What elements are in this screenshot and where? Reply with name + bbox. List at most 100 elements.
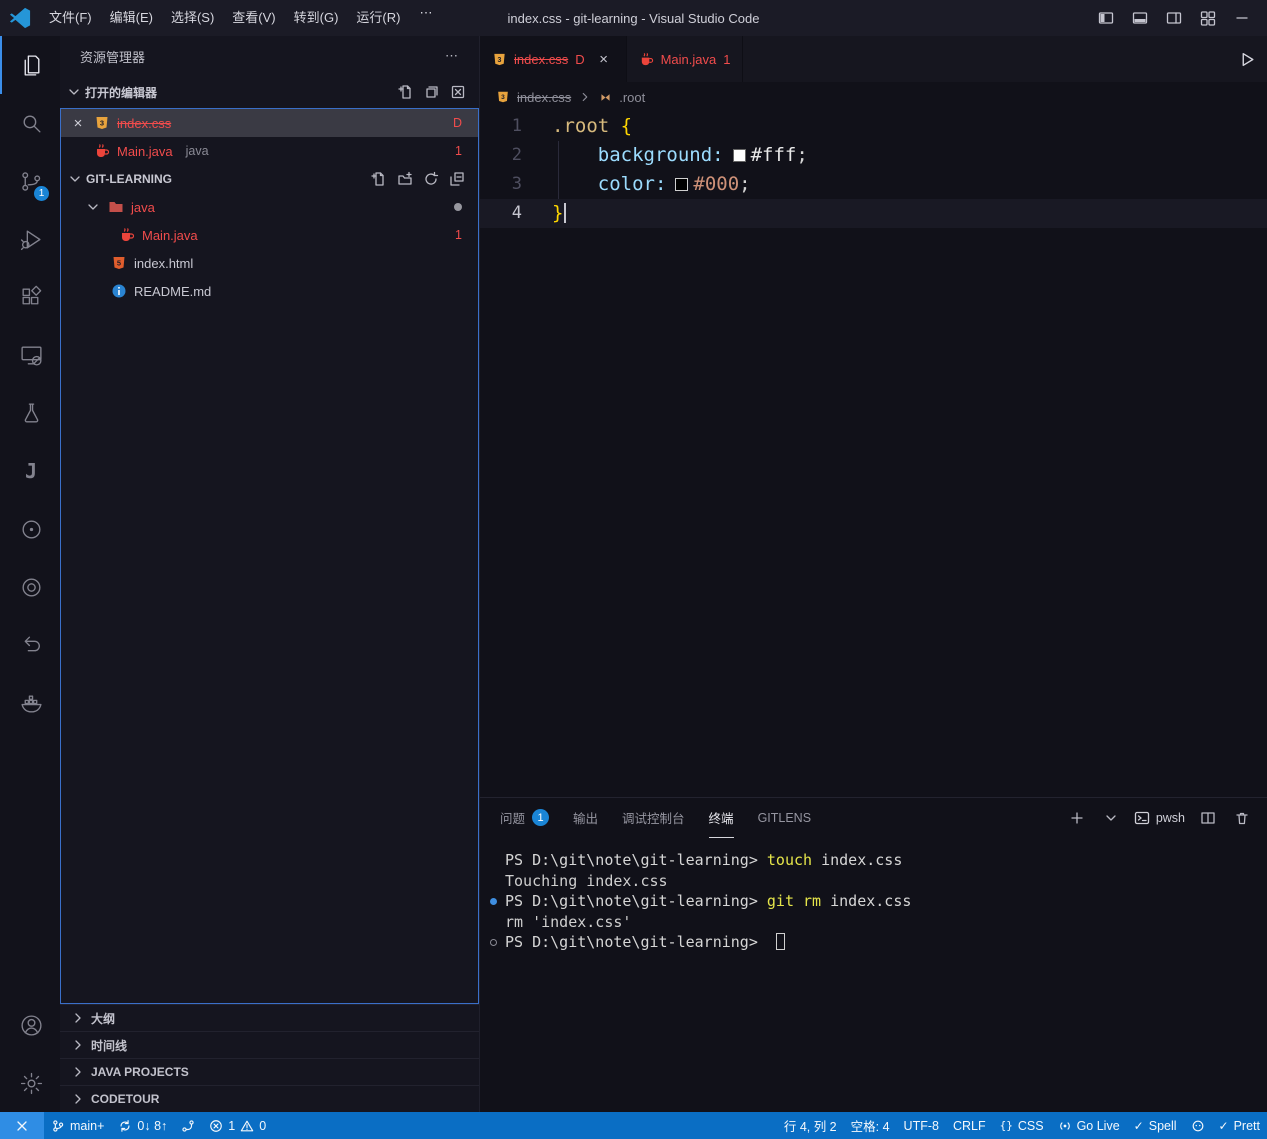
section-outline[interactable]: 大纲 xyxy=(60,1004,479,1031)
terminal-instance-pwsh[interactable]: pwsh xyxy=(1134,810,1185,826)
close-editor-icon[interactable]: × xyxy=(69,114,87,132)
tab-index-css[interactable]: 3 index.css D × xyxy=(480,36,627,82)
explorer-icon xyxy=(19,53,44,78)
open-editor-main-java[interactable]: Main.java java 1 xyxy=(61,137,478,165)
project-section-header[interactable]: GIT-LEARNING xyxy=(61,165,478,193)
customize-layout-button[interactable] xyxy=(1193,5,1223,31)
explorer-sidebar: 资源管理器 ⋯ 打开的编辑器 × 3 xyxy=(60,36,480,1112)
activity-testing[interactable] xyxy=(0,384,60,442)
menu-selection[interactable]: 选择(S) xyxy=(162,5,223,31)
tree-folder-java[interactable]: java xyxy=(61,193,478,221)
toggle-secondary-sidebar-button[interactable] xyxy=(1159,5,1189,31)
activity-codetour[interactable] xyxy=(0,616,60,674)
menu-more[interactable]: ⋯ xyxy=(409,5,442,31)
eol-setting[interactable]: CRLF xyxy=(946,1112,993,1139)
open-editors-header[interactable]: 打开的编辑器 xyxy=(60,76,479,108)
sync-status[interactable]: 0↓ 8↑ xyxy=(111,1112,174,1139)
refresh-explorer-button[interactable] xyxy=(419,168,442,191)
prettier-status[interactable]: ✓ Prett xyxy=(1212,1112,1267,1139)
sidebar-more-actions[interactable]: ⋯ xyxy=(440,45,463,68)
panel-tab-debug-console[interactable]: 调试控制台 xyxy=(622,798,685,838)
open-editor-index-css[interactable]: × 3 index.css D xyxy=(61,109,478,137)
activity-run-debug[interactable] xyxy=(0,210,60,268)
panel-tab-label: 终端 xyxy=(709,808,734,827)
menu-run[interactable]: 运行(R) xyxy=(347,5,409,31)
tab-main-java[interactable]: Main.java 1 xyxy=(627,36,744,82)
activity-settings[interactable] xyxy=(0,1054,60,1112)
scm-graph-button[interactable] xyxy=(174,1112,202,1139)
branch-status[interactable]: main+ xyxy=(44,1112,111,1139)
new-file-button[interactable] xyxy=(367,168,390,191)
spell-checker-status[interactable]: ✓ Spell xyxy=(1127,1112,1184,1139)
section-codetour[interactable]: CODETOUR xyxy=(60,1085,479,1112)
color-swatch-white[interactable] xyxy=(733,149,746,162)
tree-file-index-html[interactable]: 5 index.html xyxy=(61,249,478,277)
close-brace-token: } xyxy=(552,199,563,228)
terminal-output[interactable]: PS D:\git\note\git-learning> touch index… xyxy=(480,838,1267,1112)
go-live-button[interactable]: Go Live xyxy=(1051,1112,1127,1139)
activity-source-control[interactable]: 1 xyxy=(0,152,60,210)
run-file-button[interactable] xyxy=(1227,36,1267,82)
activity-remote-explorer[interactable] xyxy=(0,326,60,384)
menu-file[interactable]: 文件(F) xyxy=(40,5,101,31)
tree-file-main-java[interactable]: Main.java 1 xyxy=(61,221,478,249)
java-extension-icon: J xyxy=(25,459,37,483)
tree-file-readme[interactable]: README.md xyxy=(61,277,478,305)
activity-account[interactable] xyxy=(0,996,60,1054)
toggle-panel-button[interactable] xyxy=(1125,5,1155,31)
color-swatch-black[interactable] xyxy=(675,178,688,191)
breadcrumb-symbol[interactable]: .root xyxy=(619,90,645,105)
chevron-right-icon xyxy=(70,1037,86,1053)
new-untitled-file-button[interactable] xyxy=(394,81,417,104)
kill-terminal-button[interactable] xyxy=(1230,807,1253,830)
indentation-setting[interactable]: 空格: 4 xyxy=(844,1112,897,1139)
css-value-token: #000 xyxy=(693,170,739,199)
prettier-label: Prett xyxy=(1234,1119,1260,1133)
terminal-profile-dropdown[interactable] xyxy=(1100,807,1123,830)
panel-tab-gitlens[interactable]: GITLENS xyxy=(758,798,812,838)
menu-goto[interactable]: 转到(G) xyxy=(285,5,348,31)
save-all-button[interactable] xyxy=(420,81,443,104)
vscode-logo xyxy=(0,7,40,29)
output-text: rm 'index.css' xyxy=(505,913,631,931)
panel-tab-terminal[interactable]: 终端 xyxy=(709,798,734,838)
git-status-badge: D xyxy=(453,116,462,130)
remote-indicator[interactable] xyxy=(0,1112,44,1139)
activity-docker[interactable] xyxy=(0,674,60,732)
minimize-button[interactable] xyxy=(1227,5,1257,31)
toggle-sidebar-button[interactable] xyxy=(1091,5,1121,31)
breadcrumb-file[interactable]: index.css xyxy=(517,90,571,105)
collapse-folders-button[interactable] xyxy=(445,168,468,191)
new-terminal-button[interactable] xyxy=(1066,807,1089,830)
section-label: JAVA PROJECTS xyxy=(91,1065,189,1079)
panel-tab-bar: 问题 1 输出 调试控制台 终端 GITLENS xyxy=(480,798,1267,838)
activity-java[interactable]: J xyxy=(0,442,60,500)
section-timeline[interactable]: 时间线 xyxy=(60,1031,479,1058)
close-tab-icon[interactable]: × xyxy=(594,49,614,69)
code-editor[interactable]: 1 .root { 2 background : #fff ; 3 color … xyxy=(480,112,1267,797)
colon-token: : xyxy=(712,141,723,170)
line-number: 1 xyxy=(480,112,552,141)
file-name: README.md xyxy=(134,284,211,299)
activity-search[interactable] xyxy=(0,94,60,152)
language-mode[interactable]: {} CSS xyxy=(993,1112,1051,1139)
encoding-setting[interactable]: UTF-8 xyxy=(897,1112,946,1139)
css-selector-token: .root xyxy=(552,112,609,141)
language-label: CSS xyxy=(1018,1119,1044,1133)
activity-explorer[interactable] xyxy=(0,36,60,94)
panel-tab-output[interactable]: 输出 xyxy=(573,798,598,838)
extension-status-button[interactable] xyxy=(1184,1112,1212,1139)
tab-problems-badge: 1 xyxy=(723,52,730,67)
section-java-projects[interactable]: JAVA PROJECTS xyxy=(60,1058,479,1085)
cursor-position[interactable]: 行 4, 列 2 xyxy=(777,1112,844,1139)
new-folder-button[interactable] xyxy=(393,168,416,191)
close-all-editors-button[interactable] xyxy=(446,81,469,104)
problems-status[interactable]: 1 0 xyxy=(202,1112,273,1139)
panel-tab-problems[interactable]: 问题 1 xyxy=(500,798,549,838)
menu-edit[interactable]: 编辑(E) xyxy=(101,5,162,31)
activity-extensions[interactable] xyxy=(0,268,60,326)
split-terminal-button[interactable] xyxy=(1196,807,1219,830)
activity-record[interactable] xyxy=(0,558,60,616)
activity-gradle[interactable] xyxy=(0,500,60,558)
menu-view[interactable]: 查看(V) xyxy=(223,5,284,31)
